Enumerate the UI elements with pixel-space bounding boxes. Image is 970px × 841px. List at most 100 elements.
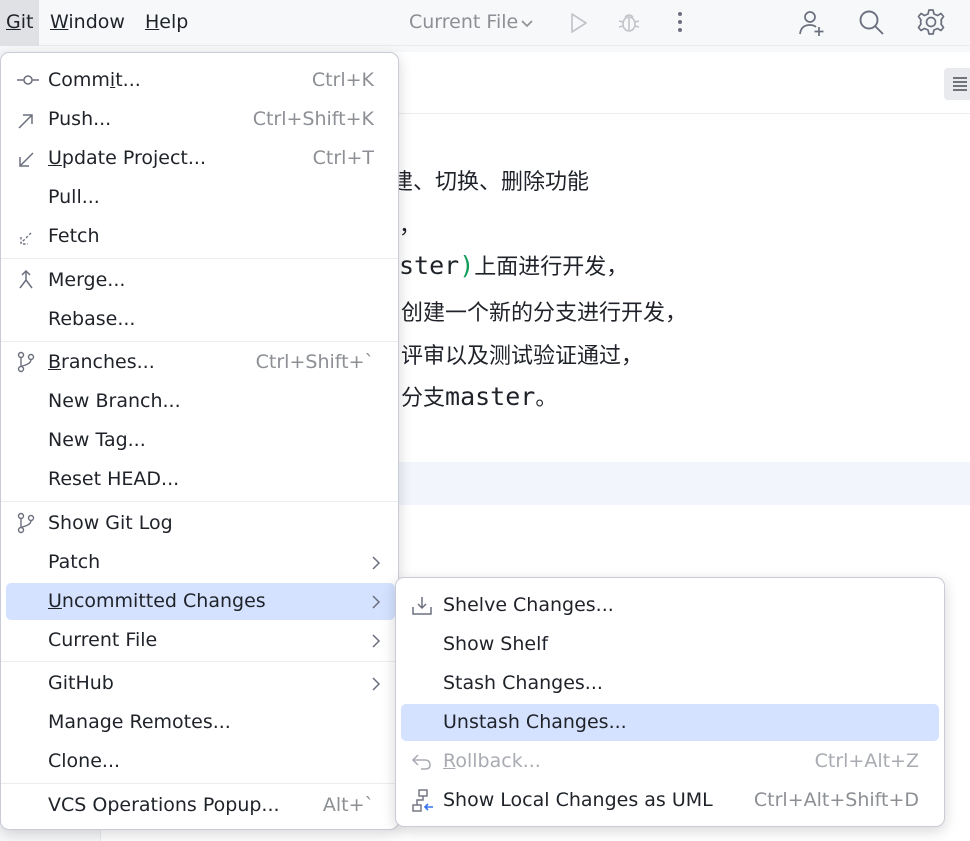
menu-item-update-project-label: Update Project...: [48, 140, 206, 177]
menu-item-push[interactable]: Push... Ctrl+Shift+K: [6, 101, 395, 138]
menu-item-github-label: GitHub: [48, 672, 114, 694]
code-line-5: 评审以及测试验证通过，: [401, 344, 644, 369]
menu-item-github[interactable]: GitHub: [6, 665, 395, 702]
code-line-1: 建、切换、删除功能: [391, 170, 590, 195]
menu-item-new-tag-label: New Tag...: [48, 429, 146, 451]
submenu-item-rollback-shortcut: Ctrl+Alt+Z: [814, 750, 919, 772]
menu-item-fetch[interactable]: Fetch: [6, 218, 395, 255]
menu-git-rest: it: [20, 11, 34, 33]
git-log-icon: [17, 512, 35, 534]
menu-item-vcs-operations-popup-shortcut: Alt+`: [322, 794, 374, 816]
menu-item-manage-remotes-label: Manage Remotes...: [48, 711, 231, 733]
menu-item-push-shortcut: Ctrl+Shift+K: [252, 108, 374, 130]
menu-item-patch-label: Patch: [48, 551, 101, 573]
uml-diagram-icon: [412, 789, 433, 812]
code-inline-master: master: [445, 382, 536, 411]
settings-icon[interactable]: [916, 7, 946, 37]
menu-separator: [1, 501, 398, 502]
menu-window[interactable]: Window: [44, 0, 131, 46]
add-user-icon[interactable]: [797, 8, 827, 38]
menu-help[interactable]: Help: [139, 0, 194, 46]
menu-item-update-project-shortcut: Ctrl+T: [312, 147, 374, 169]
submenu-item-show-local-changes-uml-label: Show Local Changes as UML: [443, 789, 713, 811]
menu-item-new-branch[interactable]: New Branch...: [6, 383, 395, 420]
menu-item-commit-label: Commit...: [48, 62, 141, 99]
menu-item-commit[interactable]: Commit... Ctrl+K: [6, 62, 395, 99]
uncommitted-changes-label-rest: ncommitted Changes: [61, 590, 266, 612]
update-project-mnemonic: U: [48, 147, 62, 169]
menu-help-mnemonic: H: [145, 11, 160, 33]
menu-separator: [1, 341, 398, 342]
submenu-item-unstash-changes[interactable]: Unstash Changes...: [401, 704, 939, 741]
run-config-selector[interactable]: Current File: [409, 0, 518, 46]
code-line-2: ，: [399, 214, 422, 239]
git-menu-popup: Commit... Ctrl+K Push... Ctrl+Shift+K Up…: [0, 52, 399, 830]
uncommitted-changes-submenu: Shelve Changes... Show Shelf Stash Chang…: [395, 577, 945, 827]
update-project-label-rest: pdate Project...: [61, 147, 206, 169]
menu-item-fetch-label: Fetch: [48, 225, 100, 247]
code-line-6: 分支master。: [401, 380, 557, 412]
branch-icon: [17, 351, 35, 373]
submenu-item-unstash-changes-label: Unstash Changes...: [443, 711, 627, 733]
submenu-item-show-shelf[interactable]: Show Shelf: [401, 626, 939, 663]
commit-icon: [17, 75, 39, 85]
commit-label-part-2: t...: [115, 69, 141, 91]
menu-item-branches[interactable]: Branches... Ctrl+Shift+`: [6, 344, 395, 381]
menu-item-vcs-operations-popup-label: VCS Operations Popup...: [48, 794, 280, 816]
submenu-item-stash-changes[interactable]: Stash Changes...: [401, 665, 939, 702]
menu-item-current-file-label: Current File: [48, 629, 158, 651]
branches-label-rest: ranches...: [61, 351, 155, 373]
menu-item-merge[interactable]: Merge...: [6, 262, 395, 299]
menu-item-rebase[interactable]: Rebase...: [6, 301, 395, 338]
merge-icon: [19, 270, 33, 289]
submenu-item-shelve-changes[interactable]: Shelve Changes...: [401, 587, 939, 624]
menu-item-uncommitted-changes[interactable]: Uncommitted Changes: [6, 583, 395, 620]
code-line-3-text: 上面进行开发，: [474, 255, 629, 280]
code-line-4: 创建一个新的分支进行开发，: [401, 301, 688, 326]
menu-item-clone[interactable]: Clone...: [6, 743, 395, 780]
more-vertical-icon[interactable]: [674, 10, 686, 34]
menu-separator: [1, 783, 398, 784]
menu-item-new-branch-label: New Branch...: [48, 390, 181, 412]
menu-item-commit-shortcut: Ctrl+K: [311, 69, 374, 91]
debug-icon[interactable]: [616, 9, 642, 35]
submenu-item-show-local-changes-uml-shortcut: Ctrl+Alt+Shift+D: [753, 789, 919, 811]
menu-item-pull-label: Pull...: [48, 186, 100, 208]
run-icon[interactable]: [566, 11, 590, 35]
reader-mode-button[interactable]: [944, 68, 970, 100]
menu-separator: [1, 661, 398, 662]
menu-item-show-git-log[interactable]: Show Git Log: [6, 505, 395, 542]
menu-item-update-project[interactable]: Update Project... Ctrl+T: [6, 140, 395, 177]
menu-item-reset-head[interactable]: Reset HEAD...: [6, 461, 395, 498]
menu-item-uncommitted-changes-label: Uncommitted Changes: [48, 583, 266, 620]
chevron-right-icon: [372, 677, 381, 691]
branches-mnemonic: B: [48, 351, 62, 373]
reader-mode-icon: [953, 77, 967, 91]
menu-item-new-tag[interactable]: New Tag...: [6, 422, 395, 459]
chevron-right-icon: [372, 595, 381, 609]
menu-item-branches-shortcut: Ctrl+Shift+`: [255, 351, 374, 373]
push-arrow-icon: [18, 114, 33, 129]
submenu-item-shelve-changes-label: Shelve Changes...: [443, 594, 614, 616]
commit-label-part-1: Comm: [48, 69, 110, 91]
menu-item-show-git-log-label: Show Git Log: [48, 512, 173, 534]
submenu-item-rollback[interactable]: Rollback... Ctrl+Alt+Z: [401, 743, 939, 780]
menu-item-manage-remotes[interactable]: Manage Remotes...: [6, 704, 395, 741]
menu-git-mnemonic: G: [6, 11, 21, 33]
menu-item-patch[interactable]: Patch: [6, 544, 395, 581]
menu-item-clone-label: Clone...: [48, 750, 121, 772]
submenu-item-show-local-changes-uml[interactable]: Show Local Changes as UML Ctrl+Alt+Shift…: [401, 782, 939, 819]
menu-item-current-file[interactable]: Current File: [6, 622, 395, 659]
menu-window-rest: indow: [68, 11, 125, 33]
menu-item-pull[interactable]: Pull...: [6, 179, 395, 216]
menu-item-reset-head-label: Reset HEAD...: [48, 468, 180, 490]
menu-item-vcs-operations-popup[interactable]: VCS Operations Popup... Alt+`: [6, 787, 395, 824]
chevron-down-icon[interactable]: [519, 15, 535, 31]
code-line-3: ster)上面进行开发，: [399, 249, 628, 281]
rollback-mnemonic: R: [443, 750, 456, 772]
menu-separator: [1, 258, 398, 259]
search-icon[interactable]: [857, 8, 885, 36]
fetch-icon: [20, 232, 32, 245]
menu-git[interactable]: Git: [0, 0, 40, 46]
submenu-item-show-shelf-label: Show Shelf: [443, 633, 549, 655]
